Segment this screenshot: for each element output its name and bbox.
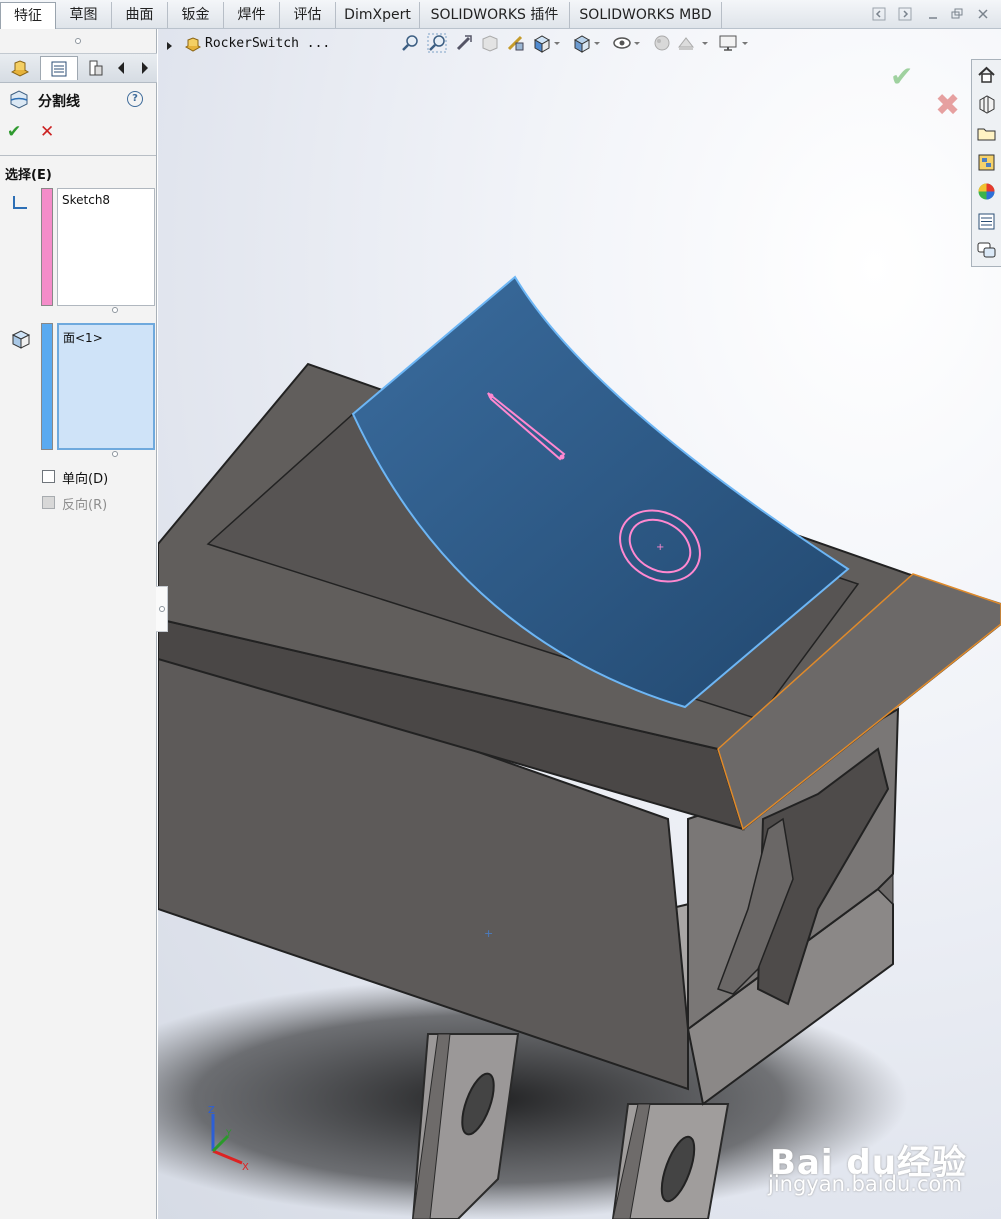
restore-icon[interactable] [950,7,964,21]
help-icon[interactable]: ? [127,91,143,107]
svg-text:+: + [656,542,664,553]
tab-sheet-metal[interactable]: 钣金 [168,2,224,28]
selection-item[interactable]: 面<1> [63,329,149,346]
rocker-switch-model[interactable]: + + Z X Y [158,29,1001,1219]
reverse-direction-checkbox [42,496,55,509]
zoom-to-fit-icon[interactable] [400,33,420,53]
task-pane [971,59,1001,267]
single-direction-checkbox[interactable] [42,470,55,483]
faces-to-split-selection-list[interactable]: 面<1> [57,323,155,450]
close-icon[interactable] [976,7,990,21]
reverse-direction-label: 反向(R) [62,498,108,513]
single-direction-label: 单向(D) [62,472,109,487]
divider [0,155,156,156]
apply-scene-icon[interactable] [676,33,696,53]
custom-properties-icon[interactable] [975,210,998,233]
dynamic-annotation-icon[interactable] [506,33,526,53]
svg-text:Z: Z [208,1105,215,1116]
chevron-down-icon[interactable] [552,33,562,53]
tab-dimxpert[interactable]: DimXpert [336,2,420,28]
manager-tabs [0,53,157,83]
sketch-curve-icon [10,193,30,213]
svg-text:X: X [242,1162,249,1173]
chevron-down-icon[interactable] [592,33,602,53]
panel-splitter-handle[interactable] [75,38,81,44]
baidu-jingyan-url: jingyan.baidu.com [768,1172,962,1196]
tabs-scroll-left-icon[interactable] [111,56,131,80]
svg-text:Y: Y [225,1129,232,1139]
minimize-icon[interactable] [926,7,940,21]
tab-solidworks-mbd[interactable]: SOLIDWORKS MBD [570,2,722,28]
list-resize-handle[interactable] [112,307,118,313]
forum-icon[interactable] [975,239,998,262]
hide-show-items-icon[interactable] [612,33,632,53]
ok-button[interactable]: ✔ [7,122,21,142]
selections-group-title[interactable]: 选择(E) [5,164,52,183]
appearances-scenes-icon[interactable] [975,180,998,203]
tab-sketch[interactable]: 草图 [56,2,112,28]
tab-scroll-right-icon[interactable] [898,7,912,21]
tree-expand-arrow-icon[interactable] [166,40,174,50]
face-selection-color-swatch [41,323,53,450]
section-view-icon[interactable] [480,33,500,53]
split-line-feature-icon [9,89,29,109]
confirm-ok-icon[interactable]: ✔ [890,60,913,93]
split-curve-selection-list[interactable]: Sketch8 [57,188,155,306]
chevron-down-icon[interactable] [632,33,642,53]
tab-evaluate[interactable]: 评估 [280,2,336,28]
confirm-cancel-icon[interactable]: ✖ [935,88,960,123]
part-breadcrumb[interactable]: RockerSwitch ... [205,36,330,51]
zoom-to-area-icon[interactable] [427,33,447,53]
solidworks-resources-icon[interactable] [975,63,998,86]
chevron-down-icon[interactable] [740,33,750,53]
tabs-scroll-right-icon[interactable] [135,56,155,80]
configuration-manager-tab-icon[interactable] [82,56,110,80]
property-manager-tab-icon[interactable] [40,56,78,80]
file-explorer-icon[interactable] [975,122,998,145]
tab-scroll-left-icon[interactable] [872,7,886,21]
graphics-area[interactable]: + + Z X Y ✔ ✖ [158,29,1001,1219]
tab-features[interactable]: 特征 [0,2,56,29]
selection-item[interactable]: Sketch8 [62,193,150,207]
design-library-icon[interactable] [975,92,998,115]
part-icon [184,36,202,54]
cancel-button[interactable]: ✕ [40,122,54,142]
origin-marker: + [484,927,493,940]
property-manager-title: 分割线 [38,94,80,110]
chevron-down-icon[interactable] [700,33,710,53]
tab-weldments[interactable]: 焊件 [224,2,280,28]
view-palette-icon[interactable] [975,151,998,174]
previous-view-icon[interactable] [454,33,474,53]
panel-collapse-handle[interactable] [156,586,168,632]
edit-appearance-icon[interactable] [652,33,672,53]
tab-surfaces[interactable]: 曲面 [112,2,168,28]
property-manager-panel: 分割线 ? ✔ ✕ 选择(E) Sketch8 面<1> 单向(D) 反向(R) [0,29,157,1219]
view-orientation-icon[interactable] [532,33,552,53]
tab-solidworks-addins[interactable]: SOLIDWORKS 插件 [420,2,570,28]
curve-selection-color-swatch [41,188,53,306]
feature-manager-tab-icon[interactable] [2,56,38,80]
command-manager-tabs: 特征 草图 曲面 钣金 焊件 评估 DimXpert SOLIDWORKS 插件… [0,0,1001,29]
face-icon [10,329,32,349]
list-resize-handle[interactable] [112,451,118,457]
display-style-icon[interactable] [572,33,592,53]
view-settings-icon[interactable] [718,33,738,53]
